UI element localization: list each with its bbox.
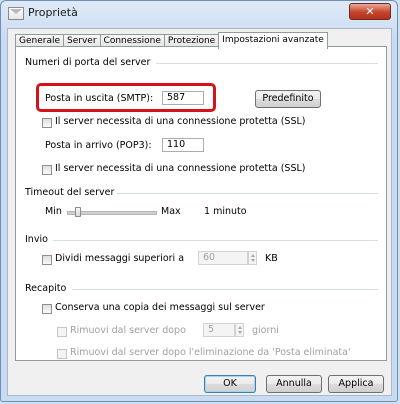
- split-messages-checkbox[interactable]: [42, 255, 52, 265]
- split-messages-label: Dividi messaggi superiori a: [55, 253, 185, 264]
- timeout-value: 1 minuto: [204, 206, 247, 217]
- ports-group-title: Numeri di porta del server: [25, 57, 151, 68]
- smtp-highlight-box: [36, 83, 216, 112]
- pop3-ssl-label: Il server necessita di una connessione p…: [55, 163, 306, 174]
- keep-copy-checkbox[interactable]: [42, 304, 52, 314]
- delivery-group-title: Recapito: [25, 283, 67, 294]
- remove-after-label: Rimuovi dal server dopo: [70, 325, 186, 336]
- window-title: Proprietà: [28, 6, 78, 19]
- mail-icon: [8, 7, 24, 20]
- cancel-button[interactable]: Annulla: [266, 375, 322, 393]
- default-button[interactable]: Predefinito: [255, 90, 321, 108]
- timeout-slider-thumb[interactable]: [75, 207, 82, 217]
- send-group-title: Invio: [25, 234, 48, 245]
- properties-dialog: Proprietà ✕ Generale Server Connessione …: [0, 0, 398, 402]
- title-bar: Proprietà ✕: [1, 1, 397, 27]
- tab-strip: Generale Server Connessione Protezione I…: [15, 32, 328, 49]
- remove-deleted-checkbox[interactable]: [57, 349, 67, 359]
- pop3-ssl-checkbox[interactable]: [42, 165, 52, 175]
- delivery-group-divider: [72, 289, 378, 290]
- smtp-ssl-label: Il server necessita di una connessione p…: [55, 116, 306, 127]
- split-size-unit: KB: [265, 253, 278, 264]
- ok-button[interactable]: OK: [204, 375, 256, 393]
- timeout-group-divider: [116, 193, 378, 194]
- tab-impostazioni-avanzate[interactable]: Impostazioni avanzate: [218, 32, 328, 49]
- apply-button[interactable]: Applica: [328, 375, 384, 393]
- close-button[interactable]: ✕: [349, 3, 391, 20]
- remove-days-spinner[interactable]: [235, 323, 244, 337]
- split-size-input[interactable]: 60: [198, 251, 248, 265]
- remove-days-unit: giorni: [252, 325, 279, 336]
- split-size-spinner[interactable]: [248, 251, 257, 265]
- pop3-label: Posta in arrivo (POP3):: [45, 140, 152, 151]
- advanced-settings-panel: Numeri di porta del server Posta in usci…: [15, 46, 387, 361]
- remove-days-input[interactable]: 5: [203, 323, 235, 337]
- timeout-group-title: Timeout del server: [25, 187, 115, 198]
- dialog-client: Generale Server Connessione Protezione I…: [7, 28, 392, 396]
- remove-after-checkbox[interactable]: [57, 327, 67, 337]
- timeout-min-label: Min: [45, 206, 62, 217]
- smtp-ssl-checkbox[interactable]: [42, 118, 52, 128]
- ports-group-divider: [156, 63, 378, 64]
- pop3-port-input[interactable]: 110: [162, 138, 204, 152]
- keep-copy-label: Conserva una copia dei messaggi sul serv…: [55, 302, 265, 313]
- send-group-divider: [53, 240, 378, 241]
- timeout-max-label: Max: [161, 206, 181, 217]
- remove-deleted-label: Rimuovi dal server dopo l'eliminazione d…: [70, 347, 351, 358]
